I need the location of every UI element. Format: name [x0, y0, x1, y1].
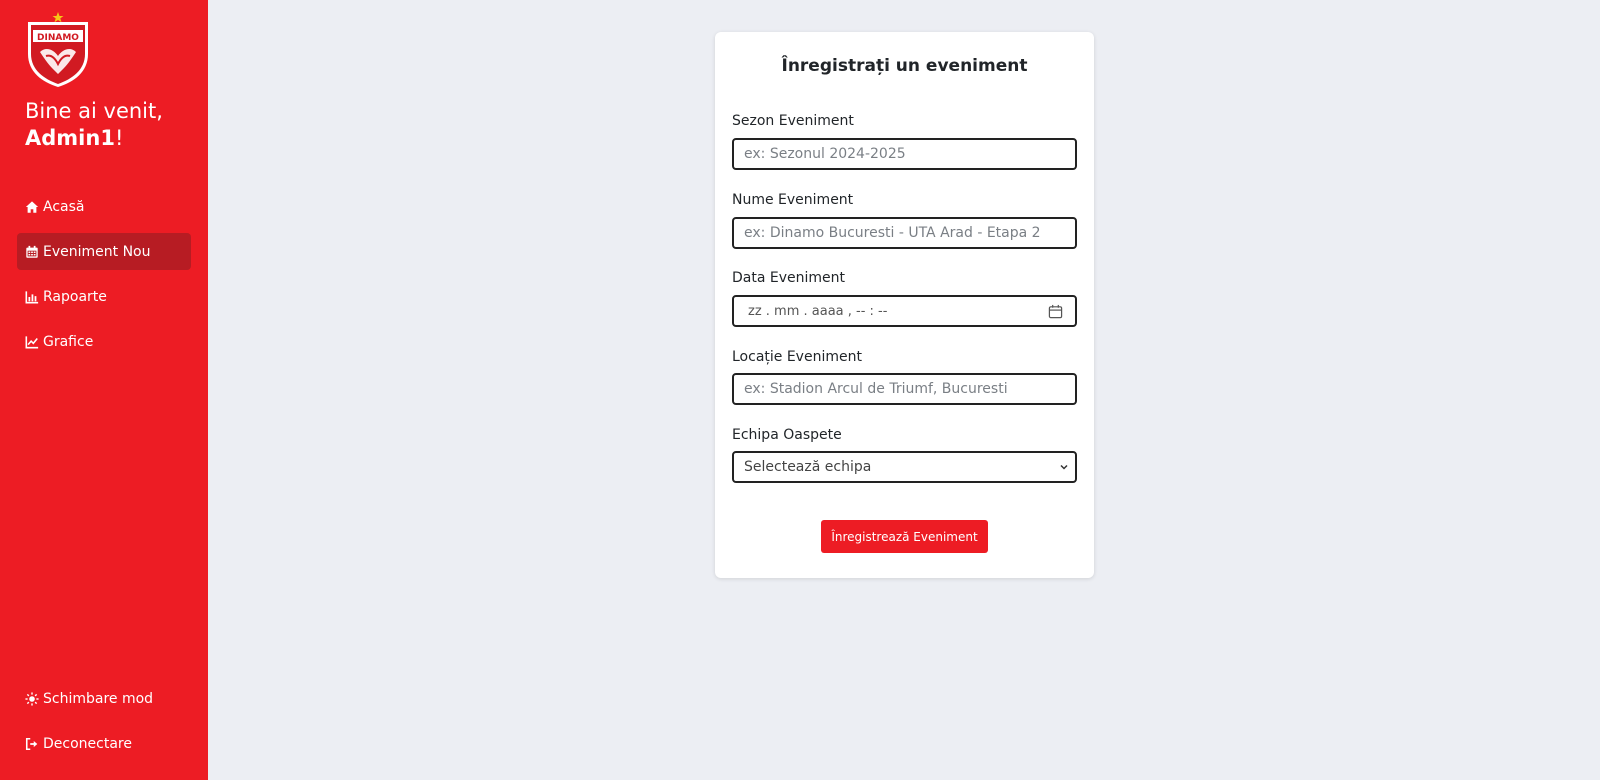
event-date-label: Data Eveniment	[732, 270, 845, 286]
welcome-message: Bine ai venit, Admin1!	[25, 98, 163, 152]
nav-item-label: Rapoarte	[43, 288, 107, 305]
event-location-input[interactable]	[732, 373, 1077, 405]
nav-item-deconectare[interactable]: Deconectare	[17, 725, 191, 762]
event-name-label: Nume Eveniment	[732, 192, 854, 208]
season-input[interactable]	[732, 138, 1077, 170]
nav-item-grafice[interactable]: Grafice	[17, 323, 191, 360]
username: Admin1	[25, 126, 115, 150]
home-icon	[25, 200, 39, 214]
nav-item-rapoarte[interactable]: Rapoarte	[17, 278, 191, 315]
welcome-text: Bine ai venit,	[25, 99, 163, 123]
event-date-input[interactable]: zz . mm . aaaa , -- : --	[732, 295, 1077, 327]
nav-item-label: Deconectare	[43, 735, 132, 752]
nav-item-label: Acasă	[43, 198, 85, 215]
nav-item-label: Grafice	[43, 333, 94, 350]
sidebar: DINAMO Bine ai venit, Admin1! Acasă Even…	[0, 0, 208, 780]
away-team-select[interactable]: Selectează echipa	[732, 451, 1077, 483]
chevron-down-icon	[1060, 464, 1068, 470]
register-event-button[interactable]: Înregistrează Eveniment	[821, 520, 988, 553]
welcome-exclamation: !	[114, 126, 124, 150]
season-label: Sezon Eveniment	[732, 113, 854, 129]
away-team-selected: Selectează echipa	[744, 459, 872, 475]
nav-item-schimbare-mod[interactable]: Schimbare mod	[17, 680, 191, 717]
nav-item-label: Eveniment Nou	[43, 243, 151, 260]
svg-text:DINAMO: DINAMO	[37, 33, 79, 43]
logout-icon	[25, 737, 39, 751]
nav-item-eveniment-nou[interactable]: Eveniment Nou	[17, 233, 191, 270]
calendar-picker-icon[interactable]	[1048, 304, 1063, 319]
nav-item-acasa[interactable]: Acasă	[17, 188, 191, 225]
event-form-card: Înregistrați un eveniment Sezon Evenimen…	[715, 32, 1094, 578]
nav-item-label: Schimbare mod	[43, 690, 154, 707]
dinamo-logo[interactable]: DINAMO	[24, 12, 92, 88]
event-location-label: Locație Eveniment	[732, 349, 862, 365]
away-team-label: Echipa Oaspete	[732, 427, 842, 443]
bar-chart-icon	[25, 290, 39, 304]
calendar-icon	[25, 245, 39, 259]
line-chart-icon	[25, 335, 39, 349]
form-title: Înregistrați un eveniment	[781, 56, 1028, 76]
event-name-input[interactable]	[732, 217, 1077, 249]
sun-icon	[25, 691, 39, 706]
date-placeholder: zz . mm . aaaa , -- : --	[748, 303, 888, 319]
